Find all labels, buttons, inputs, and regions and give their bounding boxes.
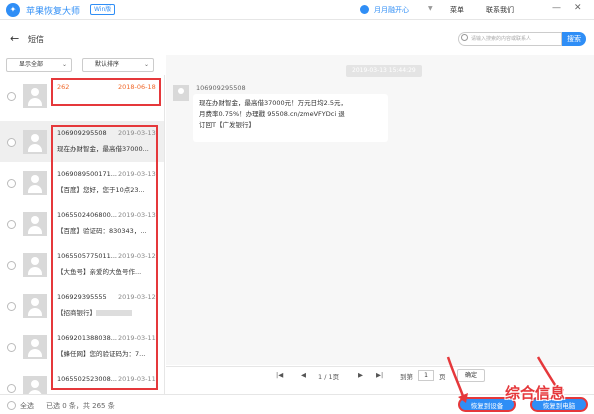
sort-label: 默认排序 (95, 61, 120, 68)
message-line: 月费率0.75%！办理戳 95508.cn/zmeVFYDci 退 (199, 110, 345, 118)
message-detail-pane: 2019-03-13 15:44:29 106909295508 现在办财智金，… (166, 55, 594, 365)
user-avatar-icon[interactable] (360, 5, 369, 14)
contact-avatar-icon (23, 253, 47, 277)
nav-bar: ← 短信 请输入搜索的内容或联系人 搜索 (0, 28, 594, 50)
minimize-icon[interactable]: — (552, 3, 561, 13)
item-checkbox[interactable] (7, 220, 16, 229)
highlight-box-first (51, 78, 161, 106)
watermark: 综合信息 (505, 384, 566, 402)
item-checkbox[interactable] (7, 343, 16, 352)
item-checkbox[interactable] (7, 138, 16, 147)
show-filter-label: 显示全部 (19, 61, 44, 68)
select-all-label[interactable]: 全选 (20, 401, 34, 411)
item-checkbox[interactable] (7, 179, 16, 188)
contact-avatar-icon (23, 212, 47, 236)
item-checkbox[interactable] (7, 302, 16, 311)
user-name[interactable]: 月月融开心 (374, 5, 409, 15)
contact-avatar-icon (23, 171, 47, 195)
arrow-line-left (446, 356, 466, 400)
sort-select[interactable]: 默认排序 ⌄ (82, 58, 154, 72)
last-page-icon[interactable]: ▶| (376, 371, 383, 379)
chevron-down-icon: ⌄ (143, 61, 149, 68)
message-sender: 106909295508 (196, 84, 246, 92)
back-arrow-icon[interactable]: ← (10, 32, 19, 45)
version-badge: Win版 (90, 4, 116, 15)
close-icon[interactable]: ✕ (574, 3, 582, 13)
show-filter-select[interactable]: 显示全部 ⌄ (6, 58, 72, 72)
highlight-box-list (51, 125, 158, 390)
item-checkbox[interactable] (7, 384, 16, 393)
contact-avatar-icon (23, 84, 47, 108)
contact-avatar-icon (23, 294, 47, 318)
goto-label: 到第 (400, 373, 413, 381)
app-title: 苹果恢复大师 (26, 7, 81, 17)
search-button[interactable]: 搜索 (562, 32, 586, 46)
page-indicator: 1 / 1页 (318, 373, 340, 381)
search-input[interactable]: 请输入搜索的内容或联系人 (458, 32, 562, 46)
conversation-date: 2019-03-13 15:44:29 (346, 65, 422, 77)
item-checkbox[interactable] (7, 92, 16, 101)
prev-page-icon[interactable]: ◀ (301, 371, 306, 379)
menu-button[interactable]: 菜单 (450, 5, 464, 15)
page-title: 短信 (28, 35, 44, 44)
contact-avatar-icon (23, 130, 47, 154)
contact-avatar-icon (23, 376, 47, 395)
message-bubble: 现在办财智金，最高借37000元！万元日均2.5元， 月费率0.75%！办理戳 … (193, 94, 388, 142)
title-bar: ✦ 苹果恢复大师 Win版 月月融开心 ▼ 菜单 联系我们 — ✕ (0, 0, 594, 20)
filter-bar: 显示全部 ⌄ 默认排序 ⌄ (0, 55, 165, 75)
selection-count: 已选 0 条，共 265 条 (46, 402, 115, 410)
message-line: 订回T【广发银行】 (199, 121, 255, 129)
first-page-icon[interactable]: |◀ (276, 371, 283, 379)
search-icon (461, 34, 468, 41)
next-page-icon[interactable]: ▶ (358, 371, 363, 379)
contact-avatar-icon (23, 335, 47, 359)
contact-us-link[interactable]: 联系我们 (486, 5, 514, 15)
message-line: 现在办财智金，最高借37000元！万元日均2.5元， (199, 99, 348, 107)
item-checkbox[interactable] (7, 261, 16, 270)
app-logo-icon: ✦ (6, 3, 20, 17)
chevron-down-icon: ⌄ (61, 61, 67, 68)
chevron-down-icon[interactable]: ▼ (428, 5, 433, 12)
contact-avatar-icon (173, 85, 189, 101)
select-all-checkbox[interactable] (7, 401, 16, 410)
